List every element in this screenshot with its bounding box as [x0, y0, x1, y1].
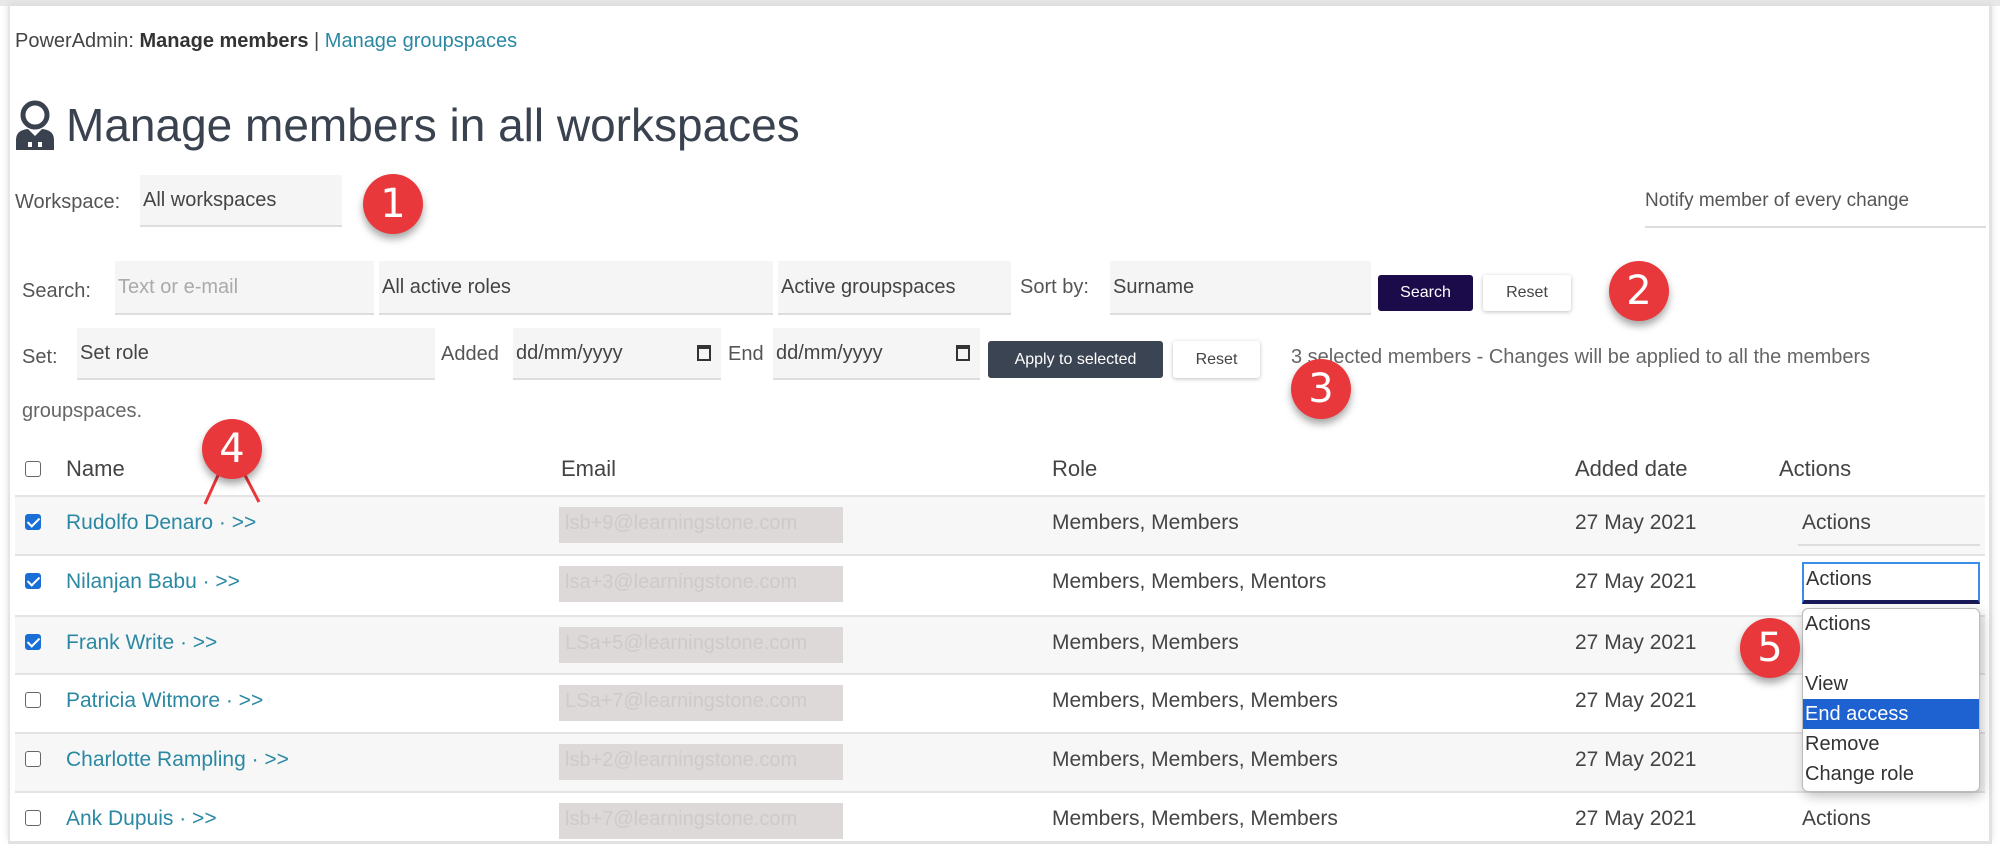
header-name[interactable]: Name: [66, 456, 125, 482]
table-row: Nilanjan Babu · >> lsa+3@learningstone.c…: [15, 554, 1985, 613]
table-row: Ank Dupuis · >> lsb+7@learningstone.com …: [15, 791, 1985, 850]
breadcrumb-current: Manage members: [139, 30, 309, 52]
row-checkbox[interactable]: [25, 751, 41, 767]
end-date-value: dd/mm/yyyy: [776, 341, 883, 364]
sort-by-label: Sort by:: [1020, 276, 1089, 298]
manage-groupspaces-link[interactable]: Manage groupspaces: [325, 30, 517, 52]
row-actions-select-focused[interactable]: Actions: [1802, 562, 1980, 604]
dropdown-option-view[interactable]: View: [1803, 669, 1979, 699]
admin-user-icon: [16, 100, 54, 150]
member-added-date: 27 May 2021: [1575, 570, 1697, 593]
calendar-icon[interactable]: [956, 345, 970, 361]
callout-4: 4: [202, 419, 262, 479]
row-actions-select[interactable]: Actions: [1802, 807, 1871, 831]
set-role-select[interactable]: Set role: [77, 328, 435, 380]
actions-dropdown[interactable]: Actions View End access Remove Change ro…: [1802, 608, 1980, 792]
search-button[interactable]: Search: [1378, 275, 1473, 311]
member-name-link[interactable]: Patricia Witmore · >>: [66, 689, 263, 713]
callout-2: 2: [1609, 261, 1669, 321]
header-email[interactable]: Email: [561, 456, 616, 482]
added-label: Added: [441, 343, 499, 365]
row-checkbox[interactable]: [25, 634, 41, 650]
table-row: Frank Write · >> LSa+5@learningstone.com…: [15, 615, 1985, 674]
dropdown-option-remove[interactable]: Remove: [1803, 729, 1979, 759]
member-role: Members, Members, Members: [1052, 748, 1338, 771]
breadcrumb-prefix: PowerAdmin:: [15, 30, 140, 52]
member-name-link[interactable]: Ank Dupuis · >>: [66, 807, 217, 831]
row-checkbox[interactable]: [25, 573, 41, 589]
member-email: LSa+5@learningstone.com: [559, 627, 843, 663]
set-reset-button[interactable]: Reset: [1173, 341, 1260, 378]
member-role: Members, Members, Members: [1052, 689, 1338, 712]
header-added-date[interactable]: Added date: [1575, 456, 1688, 482]
end-label: End: [728, 343, 764, 365]
member-role: Members, Members: [1052, 511, 1239, 534]
added-date-input[interactable]: dd/mm/yyyy: [513, 328, 721, 380]
workspace-label: Workspace:: [15, 191, 121, 213]
member-added-date: 27 May 2021: [1575, 631, 1697, 654]
row-actions-select[interactable]: Actions: [1802, 511, 1871, 535]
calendar-icon[interactable]: [697, 345, 711, 361]
member-name-link[interactable]: Nilanjan Babu · >>: [66, 570, 240, 594]
table-row: Patricia Witmore · >> LSa+7@learningston…: [15, 673, 1985, 732]
groupspaces-select[interactable]: Active groupspaces: [778, 261, 1011, 315]
header-actions: Actions: [1779, 456, 1852, 481]
callout-3: 3: [1291, 359, 1351, 419]
page-title: Manage members in all workspaces: [66, 99, 800, 151]
member-role: Members, Members, Members: [1052, 807, 1338, 830]
table-row: Charlotte Rampling · >> lsb+2@learningst…: [15, 732, 1985, 791]
workspace-select[interactable]: All workspaces: [140, 175, 342, 227]
dropdown-option-end-access[interactable]: End access: [1803, 699, 1979, 729]
member-email: lsb+2@learningstone.com: [559, 744, 843, 780]
sort-by-select[interactable]: Surname: [1110, 261, 1371, 315]
actions-underline: [1798, 544, 1980, 546]
member-added-date: 27 May 2021: [1575, 807, 1697, 830]
selection-message: 3 selected members - Changes will be app…: [1291, 346, 1871, 368]
callout-5: 5: [1740, 618, 1800, 678]
apply-to-selected-button[interactable]: Apply to selected: [988, 341, 1163, 378]
end-date-input[interactable]: dd/mm/yyyy: [773, 328, 980, 380]
breadcrumb: PowerAdmin: Manage members | Manage grou…: [15, 30, 517, 53]
member-added-date: 27 May 2021: [1575, 511, 1697, 534]
search-label: Search:: [22, 280, 91, 302]
member-email: lsb+9@learningstone.com: [559, 507, 843, 543]
member-role: Members, Members, Mentors: [1052, 570, 1327, 593]
breadcrumb-separator: |: [308, 30, 325, 52]
roles-select[interactable]: All active roles: [379, 261, 773, 315]
member-name-link[interactable]: Charlotte Rampling · >>: [66, 748, 289, 772]
selection-message-cont: groupspaces.: [22, 400, 143, 422]
member-email: LSa+7@learningstone.com: [559, 685, 843, 721]
dropdown-option-actions[interactable]: Actions: [1803, 609, 1979, 639]
member-role: Members, Members: [1052, 631, 1239, 654]
member-name-link[interactable]: Frank Write · >>: [66, 631, 217, 655]
member-added-date: 27 May 2021: [1575, 689, 1697, 712]
row-checkbox[interactable]: [25, 810, 41, 826]
added-date-value: dd/mm/yyyy: [516, 341, 623, 364]
search-reset-button[interactable]: Reset: [1483, 275, 1571, 311]
member-email: lsb+7@learningstone.com: [559, 803, 843, 839]
member-name-link[interactable]: Rudolfo Denaro · >>: [66, 511, 256, 535]
dropdown-option-change-role[interactable]: Change role: [1803, 759, 1979, 789]
callout-1: 1: [363, 174, 423, 234]
search-input[interactable]: Text or e-mail: [115, 261, 374, 315]
row-checkbox[interactable]: [25, 514, 41, 530]
member-added-date: 27 May 2021: [1575, 748, 1697, 771]
notify-underline: [1645, 226, 1986, 228]
dropdown-option-blank[interactable]: [1803, 639, 1979, 669]
member-email: lsa+3@learningstone.com: [559, 566, 843, 602]
notify-member-toggle[interactable]: Notify member of every change: [1645, 190, 1909, 212]
set-label: Set:: [22, 346, 58, 368]
header-role[interactable]: Role: [1052, 456, 1097, 482]
row-checkbox[interactable]: [25, 692, 41, 708]
table-row: Rudolfo Denaro · >> lsb+9@learningstone.…: [15, 495, 1985, 554]
select-all-checkbox[interactable]: [25, 461, 41, 477]
